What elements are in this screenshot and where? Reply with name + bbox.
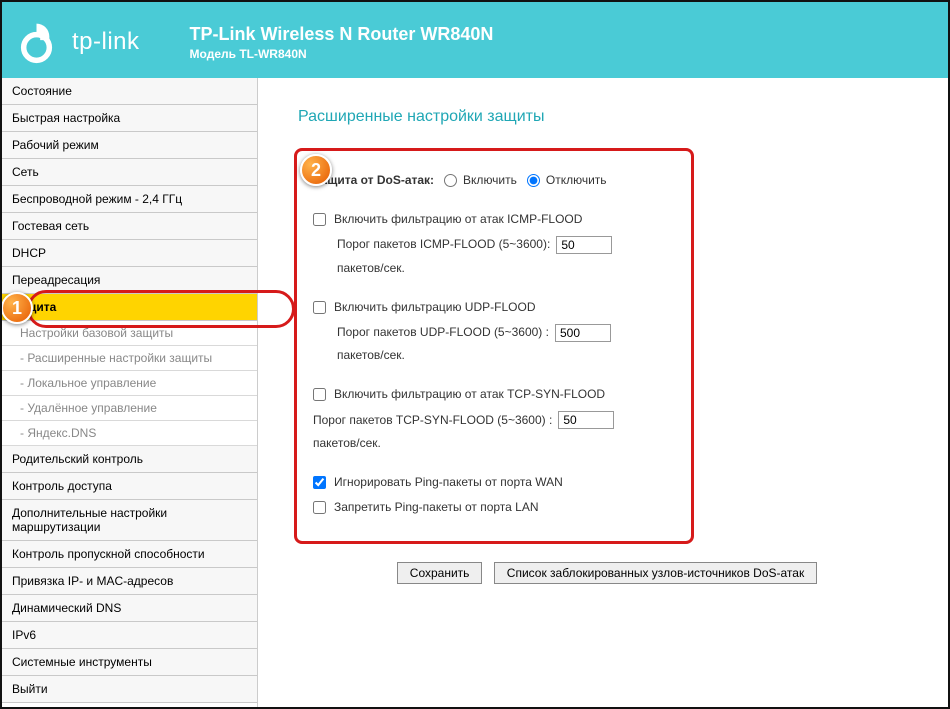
sidebar-sub-local-mgmt[interactable]: - Локальное управление bbox=[2, 371, 257, 396]
wan-ping-checkbox[interactable] bbox=[313, 476, 326, 489]
button-row: Сохранить Список заблокированных узлов-и… bbox=[294, 562, 920, 584]
product-title: TP-Link Wireless N Router WR840N bbox=[190, 24, 494, 45]
annotation-callout-2: 2 bbox=[300, 154, 332, 186]
annotation-callout-1: 1 bbox=[1, 292, 33, 324]
icmp-checkbox[interactable] bbox=[313, 213, 326, 226]
sidebar-sub-basic-security[interactable]: Настройки базовой защиты bbox=[2, 321, 257, 346]
tcp-cb-row: Включить фильтрацию от атак TCP-SYN-FLOO… bbox=[313, 385, 675, 404]
udp-cb-label: Включить фильтрацию UDP-FLOOD bbox=[334, 298, 535, 317]
lan-ping-row: Запретить Ping-пакеты от порта LAN bbox=[313, 498, 675, 517]
icmp-threshold-input[interactable] bbox=[556, 236, 612, 254]
sidebar-item-quicksetup[interactable]: Быстрая настройка bbox=[2, 105, 257, 132]
wan-ping-label: Игнорировать Ping-пакеты от порта WAN bbox=[334, 473, 563, 492]
dos-row: Защита от DoS-атак: Включить Отключить bbox=[313, 171, 675, 190]
sidebar-item-ddns[interactable]: Динамический DNS bbox=[2, 595, 257, 622]
sidebar-item-ipv6[interactable]: IPv6 bbox=[2, 622, 257, 649]
udp-unit: пакетов/сек. bbox=[337, 346, 405, 365]
tcp-cb-label: Включить фильтрацию от атак TCP-SYN-FLOO… bbox=[334, 385, 605, 404]
sidebar-item-access[interactable]: Контроль доступа bbox=[2, 473, 257, 500]
sidebar-sub-remote-mgmt[interactable]: - Удалённое управление bbox=[2, 396, 257, 421]
save-button[interactable]: Сохранить bbox=[397, 562, 483, 584]
sidebar-item-guest[interactable]: Гостевая сеть bbox=[2, 213, 257, 240]
udp-cb-row: Включить фильтрацию UDP-FLOOD bbox=[313, 298, 675, 317]
icmp-cb-row: Включить фильтрацию от атак ICMP-FLOOD bbox=[313, 210, 675, 229]
page-title: Расширенные настройки защиты bbox=[298, 108, 920, 126]
dos-disable-radio[interactable] bbox=[527, 174, 540, 187]
sidebar-sub-advanced-security[interactable]: - Расширенные настройки защиты bbox=[2, 346, 257, 371]
icmp-cb-label: Включить фильтрацию от атак ICMP-FLOOD bbox=[334, 210, 582, 229]
tcp-threshold-row: Порог пакетов TCP-SYN-FLOOD (5~3600) : п… bbox=[313, 411, 675, 453]
tcp-checkbox[interactable] bbox=[313, 388, 326, 401]
sidebar-item-ipmac[interactable]: Привязка IP- и MAC-адресов bbox=[2, 568, 257, 595]
blocked-list-button[interactable]: Список заблокированных узлов-источников … bbox=[494, 562, 817, 584]
icmp-unit: пакетов/сек. bbox=[337, 259, 405, 278]
sidebar-sub-yandex-dns[interactable]: - Яндекс.DNS bbox=[2, 421, 257, 446]
sidebar-item-network[interactable]: Сеть bbox=[2, 159, 257, 186]
sidebar-item-routing[interactable]: Дополнительные настройки маршрутизации bbox=[2, 500, 257, 541]
sidebar-item-logout[interactable]: Выйти bbox=[2, 676, 257, 703]
tcp-unit: пакетов/сек. bbox=[313, 434, 381, 453]
tplink-icon bbox=[20, 20, 64, 64]
dos-enable-label: Включить bbox=[463, 171, 517, 190]
lan-ping-checkbox[interactable] bbox=[313, 501, 326, 514]
brand-logo: tp-link bbox=[20, 20, 140, 64]
sidebar-item-dhcp[interactable]: DHCP bbox=[2, 240, 257, 267]
sidebar-item-system[interactable]: Системные инструменты bbox=[2, 649, 257, 676]
udp-checkbox[interactable] bbox=[313, 301, 326, 314]
sidebar: Состояние Быстрая настройка Рабочий режи… bbox=[2, 78, 258, 707]
tcp-threshold-label: Порог пакетов TCP-SYN-FLOOD (5~3600) : bbox=[313, 411, 552, 430]
brand-text: tp-link bbox=[72, 28, 140, 56]
sidebar-item-mode[interactable]: Рабочий режим bbox=[2, 132, 257, 159]
sidebar-item-forwarding[interactable]: Переадресация bbox=[2, 267, 257, 294]
udp-threshold-input[interactable] bbox=[555, 324, 611, 342]
dos-enable-radio[interactable] bbox=[444, 174, 457, 187]
dos-disable-label: Отключить bbox=[546, 171, 607, 190]
sidebar-item-parental[interactable]: Родительский контроль bbox=[2, 446, 257, 473]
udp-threshold-row: Порог пакетов UDP-FLOOD (5~3600) : пакет… bbox=[313, 323, 675, 365]
header-title-block: TP-Link Wireless N Router WR840N Модель … bbox=[190, 24, 494, 61]
sidebar-item-status[interactable]: Состояние bbox=[2, 78, 257, 105]
icmp-threshold-label: Порог пакетов ICMP-FLOOD (5~3600): bbox=[337, 235, 550, 254]
tcp-threshold-input[interactable] bbox=[558, 411, 614, 429]
udp-threshold-label: Порог пакетов UDP-FLOOD (5~3600) : bbox=[337, 323, 549, 342]
settings-panel: Защита от DoS-атак: Включить Отключить В… bbox=[294, 148, 694, 544]
icmp-threshold-row: Порог пакетов ICMP-FLOOD (5~3600): пакет… bbox=[313, 235, 675, 277]
body: Состояние Быстрая настройка Рабочий режи… bbox=[2, 78, 948, 707]
wan-ping-row: Игнорировать Ping-пакеты от порта WAN bbox=[313, 473, 675, 492]
sidebar-item-bandwidth[interactable]: Контроль пропускной способности bbox=[2, 541, 257, 568]
product-subtitle: Модель TL-WR840N bbox=[190, 47, 494, 61]
app-frame: tp-link TP-Link Wireless N Router WR840N… bbox=[0, 0, 950, 709]
content-area: Расширенные настройки защиты Защита от D… bbox=[258, 78, 948, 707]
lan-ping-label: Запретить Ping-пакеты от порта LAN bbox=[334, 498, 539, 517]
header: tp-link TP-Link Wireless N Router WR840N… bbox=[2, 2, 948, 78]
sidebar-item-security[interactable]: Защита bbox=[2, 294, 257, 321]
sidebar-item-wireless[interactable]: Беспроводной режим - 2,4 ГГц bbox=[2, 186, 257, 213]
